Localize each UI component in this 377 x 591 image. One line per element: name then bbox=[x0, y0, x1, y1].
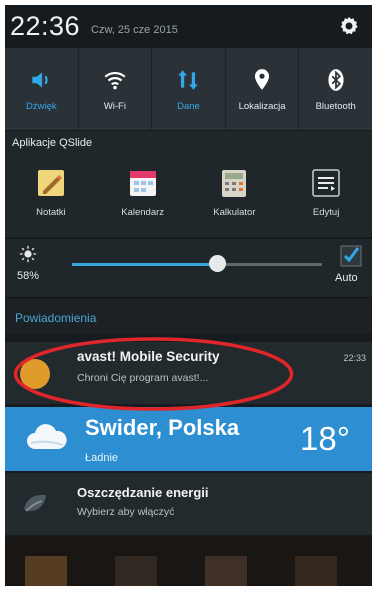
toggle-label: Dźwięk bbox=[25, 100, 57, 112]
date: Czw, 25 cze 2015 bbox=[91, 24, 178, 36]
toggle-bluetooth[interactable]: Bluetooth bbox=[299, 48, 372, 130]
quick-settings-panel: Dźwięk Wi-Fi Dane Lokalizacja Bluetooth bbox=[5, 48, 372, 130]
toggle-data[interactable]: Dane bbox=[152, 48, 226, 130]
cloud-icon bbox=[27, 424, 67, 449]
location-pin-icon bbox=[255, 68, 270, 90]
status-bar: 22:36 Czw, 25 cze 2015 bbox=[5, 5, 372, 47]
weather-temperature: 18° bbox=[300, 420, 350, 457]
toggle-label: Bluetooth bbox=[315, 100, 356, 112]
qslide-app-calculator[interactable]: Kalkulator bbox=[189, 159, 281, 234]
calculator-icon bbox=[222, 170, 247, 197]
qslide-panel: Aplikacje QSlide Notatki Kalendarz Kalku… bbox=[5, 131, 372, 237]
toggle-label: Wi-Fi bbox=[103, 100, 126, 112]
qslide-app-notes[interactable]: Notatki bbox=[5, 159, 97, 234]
avast-icon bbox=[20, 359, 50, 389]
qslide-app-edit[interactable]: Edytuj bbox=[280, 159, 372, 234]
weather-notification[interactable]: Swider, Polska Ładnie 18° bbox=[5, 407, 372, 471]
auto-brightness-label: Auto bbox=[335, 272, 358, 284]
data-transfer-icon bbox=[178, 69, 199, 90]
bluetooth-icon bbox=[328, 68, 344, 91]
brightness-icon bbox=[19, 245, 37, 263]
qslide-apps: Notatki Kalendarz Kalkulator Edytuj bbox=[5, 159, 372, 234]
background-app-icon bbox=[205, 556, 247, 586]
qslide-title: Aplikacje QSlide bbox=[12, 137, 93, 149]
brightness-percent: 58% bbox=[17, 270, 40, 282]
notepad-icon bbox=[37, 170, 64, 196]
weather-location: Swider, Polska bbox=[85, 415, 240, 440]
speaker-icon bbox=[32, 71, 48, 88]
home-screen-background bbox=[5, 537, 372, 586]
toggle-wifi[interactable]: Wi-Fi bbox=[79, 48, 153, 130]
energy-title: Oszczędzanie energii bbox=[77, 485, 209, 500]
qslide-app-label: Kalendarz bbox=[121, 207, 165, 218]
gear-icon[interactable] bbox=[338, 15, 360, 37]
qslide-app-label: Notatki bbox=[36, 207, 66, 218]
toggle-location[interactable]: Lokalizacja bbox=[226, 48, 300, 130]
notifications-title: Powiadomienia bbox=[15, 311, 97, 325]
wifi-icon bbox=[104, 71, 126, 89]
notification-subtitle: Chroni Cię program avast!... bbox=[77, 372, 209, 384]
edit-list-icon bbox=[312, 169, 340, 197]
energy-saving-notification[interactable]: Oszczędzanie energii Wybierz aby włączyć bbox=[5, 473, 372, 535]
brightness-thumb[interactable] bbox=[209, 255, 226, 272]
notification-avast[interactable]: avast! Mobile Security Chroni Cię progra… bbox=[5, 342, 372, 404]
brightness-slider[interactable] bbox=[72, 255, 322, 272]
background-app-icon bbox=[295, 556, 337, 586]
weather-condition: Ładnie bbox=[85, 452, 119, 464]
notification-time: 22:33 bbox=[343, 353, 366, 363]
toggle-label: Dane bbox=[177, 100, 200, 112]
qslide-app-label: Kalkulator bbox=[213, 207, 256, 218]
background-app-icon bbox=[25, 556, 67, 586]
notification-title: avast! Mobile Security bbox=[77, 349, 220, 364]
notifications-header: Powiadomienia bbox=[5, 297, 372, 334]
clock: 22:36 bbox=[10, 11, 81, 41]
notification-shade: 22:36 Czw, 25 cze 2015 Dźwięk Wi-Fi Dane… bbox=[5, 5, 372, 586]
brightness-panel: 58% Auto bbox=[5, 238, 372, 297]
background-app-icon bbox=[115, 556, 157, 586]
brightness-fill bbox=[72, 263, 217, 266]
leaf-icon bbox=[24, 494, 46, 512]
auto-brightness-checkbox[interactable] bbox=[340, 245, 362, 267]
calendar-icon bbox=[129, 171, 156, 196]
qslide-app-label: Edytuj bbox=[312, 207, 340, 218]
energy-subtitle: Wybierz aby włączyć bbox=[77, 506, 175, 518]
toggle-label: Lokalizacja bbox=[238, 100, 286, 112]
toggle-sound[interactable]: Dźwięk bbox=[5, 48, 79, 130]
qslide-app-calendar[interactable]: Kalendarz bbox=[97, 159, 189, 234]
